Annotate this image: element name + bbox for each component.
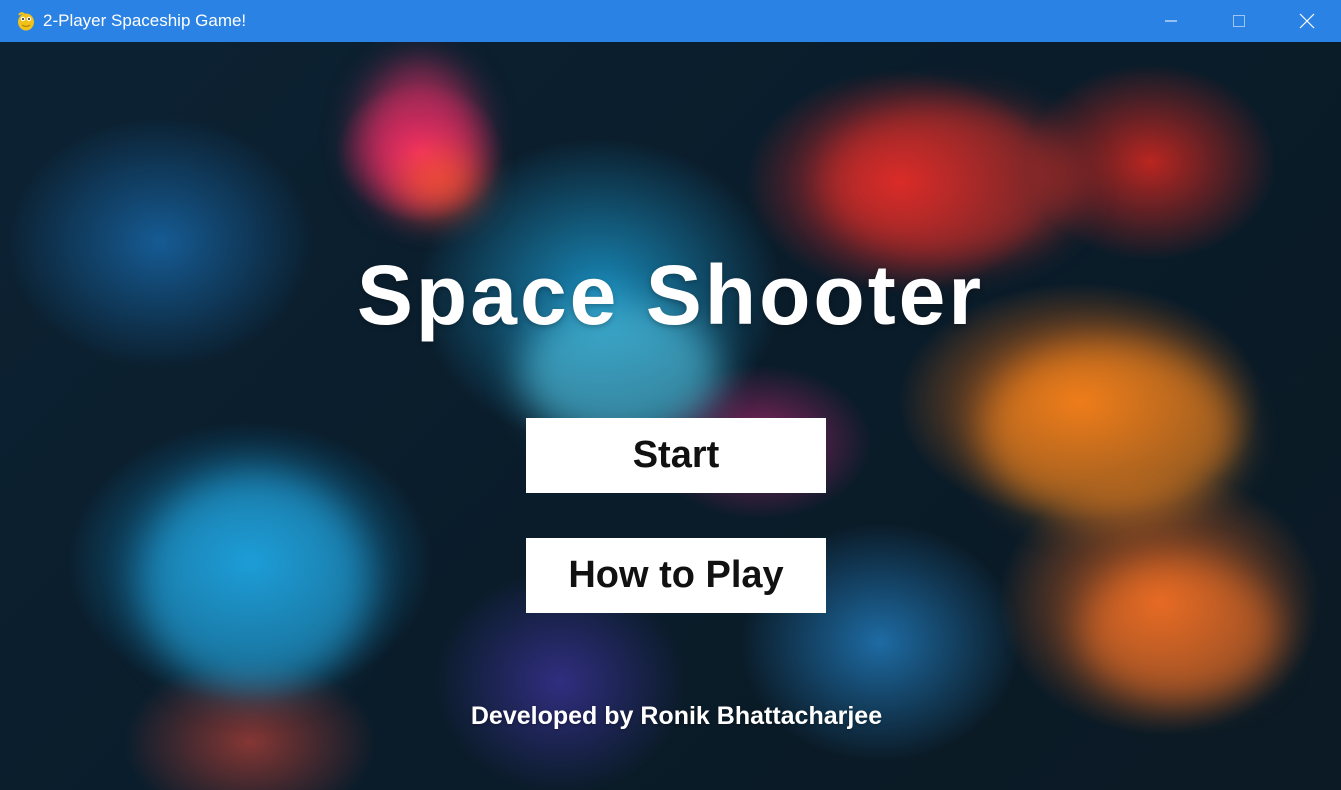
game-window: 2-Player Spaceship Game! Space Shooter S…: [0, 0, 1341, 790]
developer-credit: Developed by Ronik Bhattacharjee: [470, 702, 883, 730]
maximize-icon: [1233, 15, 1245, 27]
background-smoke: [1080, 562, 1280, 702]
close-icon: [1299, 13, 1315, 29]
game-surface: Space Shooter Start How to Play Develope…: [0, 42, 1341, 790]
start-button[interactable]: Start: [526, 418, 826, 493]
background-smoke: [980, 342, 1240, 522]
how-to-play-button[interactable]: How to Play: [526, 538, 826, 613]
window-controls: [1137, 0, 1341, 42]
title-bar[interactable]: 2-Player Spaceship Game!: [0, 0, 1341, 42]
python-snake-icon: [15, 10, 37, 32]
maximize-button[interactable]: [1205, 0, 1273, 42]
background-smoke: [400, 152, 480, 212]
window-title: 2-Player Spaceship Game!: [43, 11, 247, 30]
game-title: Space Shooter: [356, 248, 985, 342]
background-smoke: [140, 472, 370, 692]
background-smoke: [820, 102, 1080, 262]
minimize-button[interactable]: [1137, 0, 1205, 42]
close-button[interactable]: [1273, 0, 1341, 42]
minimize-icon: [1165, 20, 1177, 22]
